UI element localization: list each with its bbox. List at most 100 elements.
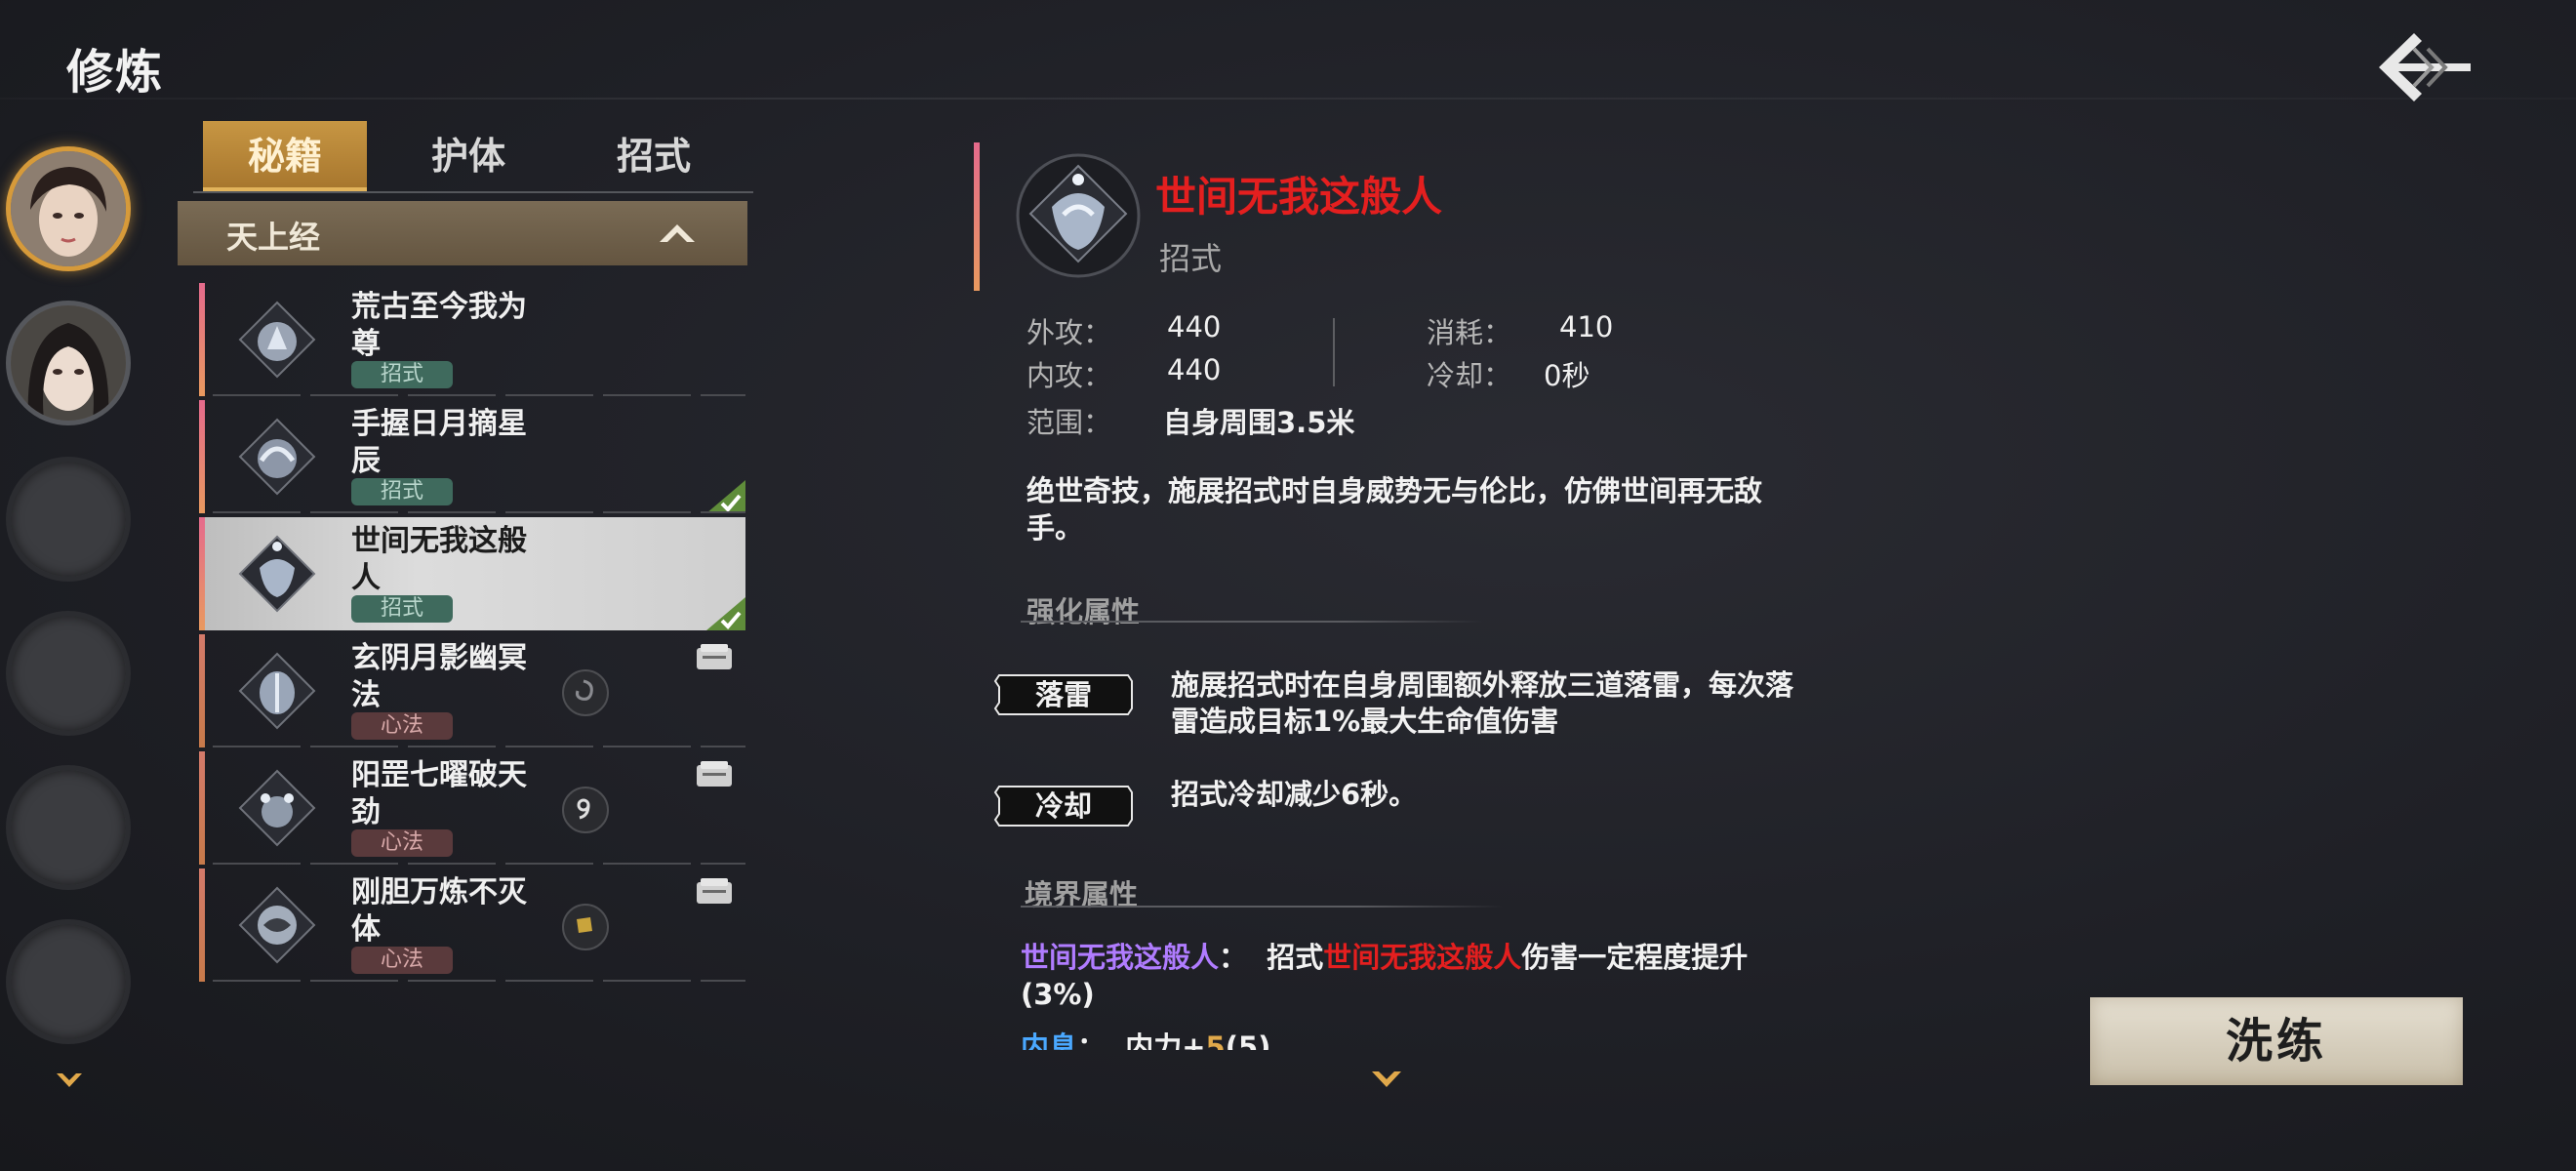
inner-attack-label: 内攻： [1026, 359, 1112, 392]
cost-label: 消耗： [1427, 316, 1512, 349]
chevron-down-icon [57, 1073, 82, 1087]
inner-breath-text: 内力+ [1125, 1030, 1206, 1050]
skill-name: 世间无我这般人 [351, 524, 527, 595]
skill-name: 玄阴月影幽冥法 [351, 641, 527, 712]
realm-separator: ： [1219, 941, 1248, 974]
skill-type-badge: 招式 [351, 361, 453, 388]
enhance-tag-label: 冷却 [1034, 789, 1092, 823]
category-label: 天上经 [226, 219, 321, 256]
skill-list-item[interactable]: 阳罡七曜破天劲 心法 [199, 751, 745, 865]
character-list-scroll-down[interactable] [55, 1070, 84, 1091]
item-separator [213, 511, 745, 513]
item-separator [213, 394, 745, 396]
detail-accent-bar [974, 142, 980, 291]
item-accent-bar [199, 400, 205, 513]
character-portrait-1 [11, 151, 126, 266]
skill-name: 手握日月摘星辰 [351, 407, 527, 478]
item-accent-bar [199, 283, 205, 396]
skill-type-badge: 心法 [351, 712, 453, 740]
outer-attack-label: 外攻： [1026, 316, 1112, 349]
realm-attribute-line: 世间无我这般人： 招式世间无我这般人伤害一定程度提升(3%) [1021, 939, 1801, 1013]
skill-type-label: 招式 [1159, 240, 1223, 277]
skill-diamond-icon [238, 886, 316, 964]
realm-pre-text: 招式 [1267, 941, 1324, 974]
skill-description: 绝世奇技，施展招式时自身威势无与伦比，仿佛世间再无敌手。 [1026, 474, 1763, 545]
tab-secret-books[interactable]: 秘籍 [203, 121, 367, 191]
enhance-text: 招式冷却减少6秒。 [1171, 778, 1418, 811]
book-icon [695, 876, 734, 906]
skill-type-badge: 招式 [351, 478, 453, 505]
back-arrow-icon [2379, 33, 2471, 101]
skill-list-item[interactable]: 玄阴月影幽冥法 心法 [199, 634, 745, 747]
tab-body-protection[interactable]: 护体 [386, 121, 550, 191]
nine-orb-icon [562, 787, 609, 833]
character-slot-empty-3[interactable] [6, 765, 131, 890]
page-title: 修炼 [66, 45, 165, 100]
skill-list-item[interactable]: 荒古至今我为尊 招式 [199, 283, 745, 396]
chevron-up-icon [658, 219, 697, 248]
tab-underline [193, 191, 753, 193]
character-slot-empty-2[interactable] [6, 611, 131, 736]
skill-diamond-icon [238, 301, 316, 379]
realm-source-name: 世间无我这般人 [1021, 941, 1220, 974]
tab-moves[interactable]: 招式 [572, 121, 736, 191]
item-separator [213, 980, 745, 982]
skill-type-badge: 心法 [351, 947, 453, 974]
gold-orb-icon [562, 904, 609, 950]
skill-list-item[interactable]: 手握日月摘星辰 招式 [199, 400, 745, 513]
skill-type-badge: 招式 [351, 595, 453, 623]
character-avatar-2[interactable] [6, 301, 131, 425]
skill-name: 荒古至今我为尊 [351, 290, 527, 361]
skill-diamond-icon [238, 418, 316, 496]
book-icon [695, 642, 734, 671]
skill-diamond-icon [238, 535, 316, 613]
refine-button[interactable]: 洗练 [2090, 997, 2463, 1085]
checkmark-icon [706, 597, 745, 630]
cost-value: 410 [1559, 310, 1614, 343]
enhance-tag-cooldown: 冷却 [993, 785, 1134, 828]
realm-next-line-clipped: 内息： 内力+5(5) [1021, 1017, 1704, 1050]
chevron-down-icon [1372, 1071, 1401, 1087]
inner-breath-tail: (5) [1225, 1030, 1271, 1050]
item-accent-bar [199, 868, 205, 982]
enhance-tag-label: 落雷 [1034, 678, 1092, 711]
book-icon [695, 759, 734, 788]
skill-diamond-icon [238, 652, 316, 730]
inner-attack-value: 440 [1167, 353, 1222, 386]
skill-list-item-selected[interactable]: 世间无我这般人 招式 [199, 517, 745, 630]
item-accent-bar [199, 751, 205, 865]
enhance-tag-lightning: 落雷 [993, 673, 1134, 716]
inner-breath-line: 内息： 内力+5(5) [1021, 1025, 1270, 1050]
checkmark-icon [706, 480, 745, 513]
item-separator [213, 863, 745, 865]
skill-type-badge: 心法 [351, 829, 453, 857]
character-slot-empty-4[interactable] [6, 919, 131, 1044]
spiral-orb-icon [562, 669, 609, 716]
item-accent-bar [199, 634, 205, 747]
stat-divider [1333, 318, 1335, 386]
character-portrait-2 [11, 305, 126, 421]
item-accent-bar [199, 517, 205, 630]
inner-breath-label: 内息 [1021, 1030, 1078, 1050]
back-button[interactable] [2371, 23, 2478, 111]
range-label: 范围： [1026, 406, 1112, 439]
outer-attack-value: 440 [1167, 310, 1222, 343]
inner-breath-number: 5 [1205, 1030, 1226, 1050]
character-avatar-1[interactable] [6, 146, 131, 271]
category-header[interactable]: 天上经 [178, 201, 747, 265]
skill-large-icon [1015, 152, 1142, 279]
skill-title: 世间无我这般人 [1155, 173, 1443, 221]
character-slot-empty-1[interactable] [6, 457, 131, 582]
skill-list-item[interactable]: 刚胆万炼不灭体 心法 [199, 868, 745, 982]
skill-name: 阳罡七曜破天劲 [351, 758, 527, 829]
refine-button-label: 洗练 [2225, 1014, 2327, 1069]
item-separator [213, 746, 745, 747]
detail-scroll-down[interactable] [1370, 1068, 1403, 1091]
enhance-section-line [1021, 621, 1483, 623]
skill-diamond-icon [238, 769, 316, 847]
header-divider [0, 98, 2576, 100]
cooldown-label: 冷却： [1427, 359, 1512, 392]
inner-breath-separator: ： [1077, 1030, 1107, 1050]
realm-section-line [1021, 906, 1503, 908]
range-value: 自身周围3.5米 [1163, 406, 1355, 439]
